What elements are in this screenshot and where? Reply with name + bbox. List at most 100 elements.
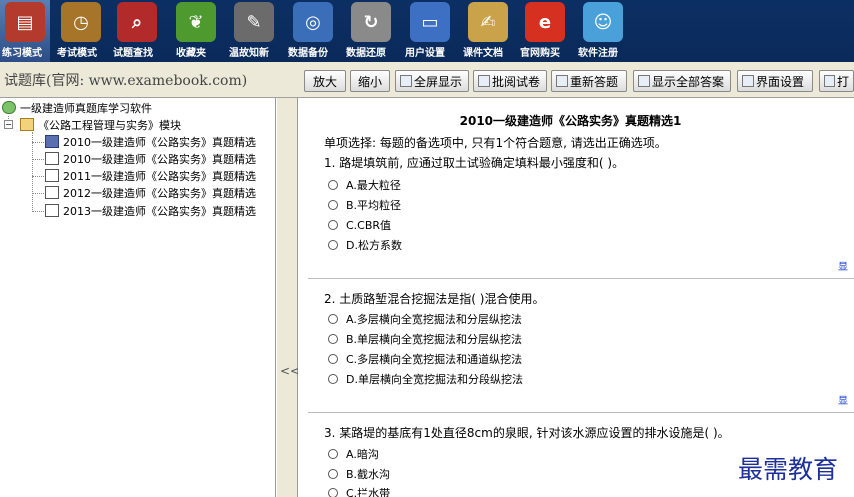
question-divider (308, 412, 854, 413)
radio-button[interactable] (328, 314, 338, 324)
answer-option[interactable]: C.多层横向全宽挖掘法和通道纵挖法 (328, 351, 522, 367)
backup-button[interactable]: ◎ 数据备份 (286, 0, 340, 62)
practice-mode-button[interactable]: ▤ 练习模式 (0, 0, 50, 62)
radio-button[interactable] (328, 449, 338, 459)
review-button[interactable]: ✎ 温故知新 (227, 0, 281, 62)
register-button[interactable]: ☺ 软件注册 (576, 0, 630, 62)
courseware-button[interactable]: ✍ 课件文档 (461, 0, 515, 62)
tree-module[interactable]: 《公路工程管理与实务》模块 (20, 116, 181, 133)
answer-option[interactable]: B.单层横向全宽挖掘法和分层纵挖法 (328, 331, 522, 347)
print-button[interactable]: 打 (819, 70, 854, 92)
grade-exam-label: 批阅试卷 (492, 74, 541, 89)
document-icon (45, 152, 59, 165)
main-toolbar: ▤ 练习模式 ◷ 考试模式 ⌕ 试题查找 ❦ 收藏夹 ✎ 温故知新 ◎ 数据备份… (0, 0, 854, 62)
radio-button[interactable] (328, 374, 338, 384)
option-label: B.平均粒径 (346, 199, 402, 212)
option-label: B.单层横向全宽挖掘法和分层纵挖法 (346, 333, 523, 346)
zoom-in-button[interactable]: 放大 (304, 70, 346, 92)
tree-line (32, 211, 44, 212)
grade-icon (478, 75, 490, 87)
question-text: 3. 某路堤的基底有1处直径8cm的泉眼, 针对该水源应设置的排水设施是( )。 (324, 426, 730, 440)
tree-item[interactable]: 2012一级建造师《公路实务》真题精选 (45, 184, 256, 201)
tree-item[interactable]: 2013一级建造师《公路实务》真题精选 (45, 202, 256, 219)
fullscreen-button[interactable]: 全屏显示 (395, 70, 469, 92)
grade-exam-button[interactable]: 批阅试卷 (473, 70, 547, 92)
show-answer-link[interactable]: 显 (838, 392, 848, 407)
folder-icon (20, 118, 34, 131)
tree-module-label: 《公路工程管理与实务》模块 (38, 118, 181, 132)
tree-item[interactable]: 2010一级建造师《公路实务》真题精选 (45, 150, 256, 167)
ie-icon: e (525, 2, 565, 42)
answer-option[interactable]: B.截水沟 (328, 466, 390, 482)
fullscreen-label: 全屏显示 (414, 74, 463, 89)
settings-icon (742, 75, 754, 87)
show-all-answers-button[interactable]: 显示全部答案 (633, 70, 731, 92)
tree-item-label: 2011一级建造师《公路实务》真题精选 (63, 169, 256, 183)
radio-button[interactable] (328, 180, 338, 190)
collapse-toggle[interactable]: − (4, 120, 13, 129)
answer-option[interactable]: C.CBR值 (328, 217, 391, 233)
option-label: C.多层横向全宽挖掘法和通道纵挖法 (346, 353, 523, 366)
search-questions-button[interactable]: ⌕ 试题查找 (111, 0, 163, 62)
user-settings-button[interactable]: ▭ 用户设置 (403, 0, 457, 62)
question-viewer: 2010一级建造师《公路实务》真题精选1 单项选择: 每题的备选项中, 只有1个… (298, 98, 854, 497)
question-bank-title: 试题库(官网: www.examebook.com) (4, 73, 248, 89)
radio-button[interactable] (328, 334, 338, 344)
tree-item[interactable]: 2011一级建造师《公路实务》真题精选 (45, 167, 256, 184)
tree-item[interactable]: 2010一级建造师《公路实务》真题精选 (45, 133, 256, 150)
option-label: A.暗沟 (346, 448, 379, 461)
exam-mode-button[interactable]: ◷ 考试模式 (55, 0, 107, 62)
radio-button[interactable] (328, 240, 338, 250)
answer-option[interactable]: D.松方系数 (328, 237, 402, 253)
tree-root[interactable]: 一级建造师真题库学习软件 (2, 99, 152, 116)
print-label: 打 (836, 74, 849, 89)
radio-button[interactable] (328, 200, 338, 210)
ui-settings-label: 界面设置 (756, 74, 805, 89)
answer-option[interactable]: A.多层横向全宽挖掘法和分层纵挖法 (328, 311, 522, 327)
document-icon (45, 135, 59, 148)
question-bank-header: 试题库(官网: www.examebook.com) (0, 62, 298, 98)
document-icon (45, 169, 59, 182)
radio-button[interactable] (328, 354, 338, 364)
option-label: C.拦水带 (346, 487, 391, 497)
fullscreen-icon (400, 75, 412, 87)
root-icon (2, 101, 16, 114)
clock-icon: ◷ (61, 2, 101, 42)
show-answer-link[interactable]: 显 (838, 258, 848, 273)
panel-splitter[interactable]: << (276, 98, 300, 497)
books-icon: ▤ (5, 2, 45, 42)
answer-option[interactable]: A.暗沟 (328, 446, 379, 462)
question-tree[interactable]: 一级建造师真题库学习软件 − 《公路工程管理与实务》模块 2010一级建造师《公… (0, 98, 276, 497)
option-label: A.最大粒径 (346, 179, 401, 192)
tree-item-label: 2010一级建造师《公路实务》真题精选 (63, 152, 256, 166)
zoom-out-button[interactable]: 缩小 (350, 70, 390, 92)
answer-option[interactable]: B.平均粒径 (328, 197, 401, 213)
radio-button[interactable] (328, 469, 338, 479)
favorites-button[interactable]: ❦ 收藏夹 (172, 0, 220, 62)
question-text: 1. 路堤填筑前, 应通过取土试验确定填料最小强度和( )。 (324, 156, 625, 170)
answers-icon (638, 75, 650, 87)
tree-item-label: 2013一级建造师《公路实务》真题精选 (63, 204, 256, 218)
answer-option[interactable]: D.单层横向全宽挖掘法和分段纵挖法 (328, 371, 523, 387)
answer-option[interactable]: C.拦水带 (328, 485, 390, 497)
restore-button[interactable]: ↻ 数据还原 (344, 0, 398, 62)
radio-button[interactable] (328, 220, 338, 230)
restart-answer-button[interactable]: 重新答题 (551, 70, 627, 92)
monitor-icon: ▭ (410, 2, 450, 42)
refresh-icon: ↻ (351, 2, 391, 42)
official-purchase-button[interactable]: e 官网购买 (518, 0, 572, 62)
tree-root-label: 一级建造师真题库学习软件 (20, 101, 152, 115)
viewer-toolbar: 放大 缩小 全屏显示 批阅试卷 重新答题 显示全部答案 界面设置 打 (298, 62, 854, 98)
question-divider (308, 278, 854, 279)
tree-line (32, 142, 44, 143)
watermark: 最需教育 (738, 455, 839, 484)
document-icon: ✍ (468, 2, 508, 42)
option-label: B.截水沟 (346, 468, 391, 481)
option-label: D.松方系数 (346, 239, 402, 252)
restart-icon (556, 75, 568, 87)
answer-option[interactable]: A.最大粒径 (328, 177, 401, 193)
radio-button[interactable] (328, 488, 338, 497)
tree-line (32, 193, 44, 194)
section-instruction: 单项选择: 每题的备选项中, 只有1个符合题意, 请选出正确选项。 (324, 136, 667, 150)
ui-settings-button[interactable]: 界面设置 (737, 70, 813, 92)
